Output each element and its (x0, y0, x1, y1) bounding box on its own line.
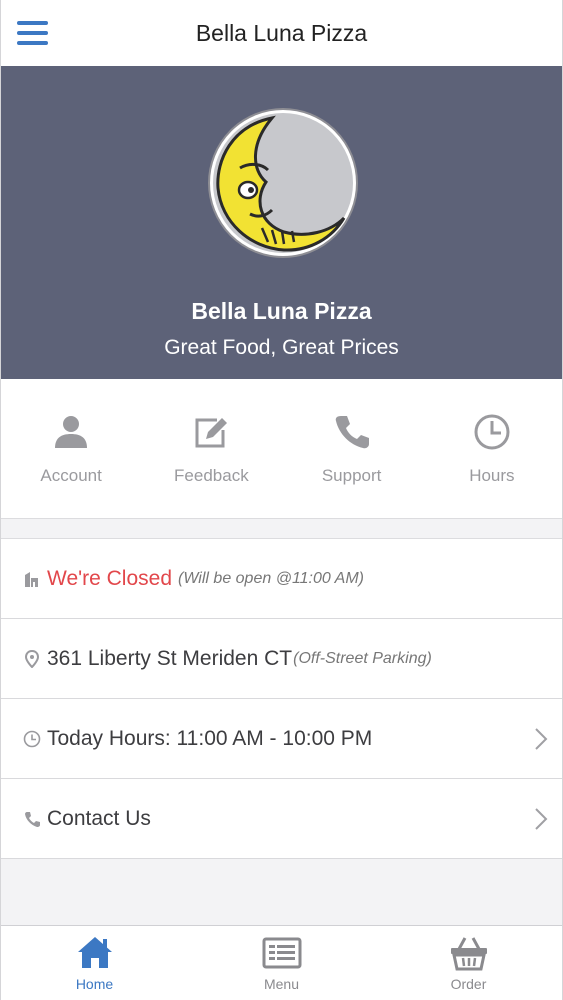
hours-label: Hours (469, 466, 515, 485)
feedback-button[interactable]: Feedback (141, 379, 281, 518)
nav-menu-label: Menu (263, 976, 300, 992)
contact-text: Contact Us (47, 806, 151, 830)
status-text: We're Closed (47, 566, 173, 590)
nav-order-label: Order (450, 976, 487, 992)
restaurant-logo (208, 108, 358, 258)
status-row: We're Closed (Will be open @11:00 AM) (1, 539, 562, 619)
quick-actions: Account Feedback Support Hours (1, 379, 562, 519)
menu-list-icon (262, 937, 301, 969)
chevron-right-icon (535, 728, 548, 750)
contact-row[interactable]: Contact Us (1, 779, 562, 859)
hamburger-menu-icon (17, 21, 48, 45)
crescent-moon-logo (213, 113, 353, 253)
info-list: We're Closed (Will be open @11:00 AM) 36… (1, 538, 562, 859)
feedback-label: Feedback (174, 466, 249, 485)
hours-row[interactable]: Today Hours: 11:00 AM - 10:00 PM (1, 699, 562, 779)
address-note: (Off-Street Parking) (293, 649, 432, 667)
address-row: 361 Liberty St Meriden CT (Off-Street Pa… (1, 619, 562, 699)
edit-icon (195, 418, 228, 448)
restaurant-hero: Bella Luna Pizza Great Food, Great Price… (1, 66, 562, 379)
basket-icon (450, 937, 487, 971)
hours-text: Today Hours: 11:00 AM - 10:00 PM (47, 726, 373, 750)
page-title: Bella Luna Pizza (195, 19, 368, 46)
account-button[interactable]: Account (1, 379, 141, 518)
map-pin-icon (24, 649, 40, 668)
support-label: Support (321, 466, 382, 485)
clock-icon (23, 730, 41, 747)
chevron-right-icon (535, 808, 548, 830)
clock-icon (474, 414, 510, 450)
person-icon (55, 416, 88, 448)
address-text: 361 Liberty St Meriden CT (47, 646, 293, 670)
store-icon (25, 571, 38, 587)
nav-menu[interactable]: Menu (188, 926, 375, 1000)
nav-order[interactable]: Order (375, 926, 562, 1000)
menu-button[interactable] (15, 19, 51, 47)
restaurant-tagline: Great Food, Great Prices (164, 336, 399, 359)
phone-icon (25, 811, 40, 827)
top-bar: Bella Luna Pizza (1, 0, 562, 66)
account-label: Account (40, 466, 102, 485)
support-button[interactable]: Support (282, 379, 422, 518)
status-note: (Will be open @11:00 AM) (178, 569, 364, 587)
restaurant-name: Bella Luna Pizza (191, 298, 372, 324)
bottom-navigation: Home Menu Order (1, 925, 562, 1000)
app-screen: Bella Luna Pizza Bella Luna Pizza Great … (0, 0, 563, 1000)
hours-button[interactable]: Hours (422, 379, 562, 518)
nav-home[interactable]: Home (1, 926, 188, 1000)
nav-home-label: Home (75, 976, 114, 992)
phone-icon (335, 416, 369, 449)
home-icon (77, 937, 112, 968)
